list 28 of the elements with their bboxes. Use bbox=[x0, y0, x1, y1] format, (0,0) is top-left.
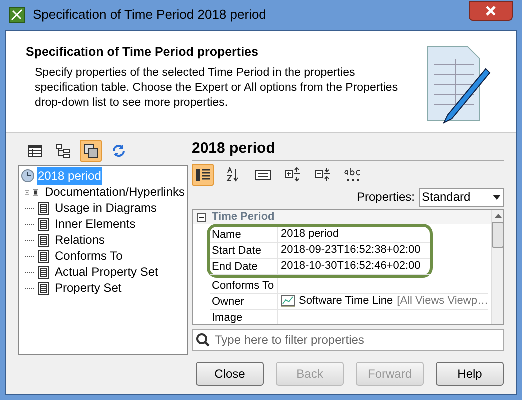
property-value: Software Time Line bbox=[299, 294, 394, 310]
properties-label: Properties: bbox=[356, 189, 415, 206]
tree-item[interactable]: Relations bbox=[55, 231, 106, 249]
dialog-button[interactable]: Help bbox=[436, 362, 504, 386]
dialog-button[interactable]: Close bbox=[196, 362, 264, 386]
panel-title: 2018 period bbox=[192, 139, 504, 161]
tree-item[interactable]: Inner Elements bbox=[55, 215, 136, 233]
property-name: Conforms To bbox=[210, 278, 278, 293]
tree-item[interactable]: Actual Property Set bbox=[55, 263, 158, 281]
header-description: Specify properties of the selected Time Period in the properties specification table. Choose the Expert or All options from the Properties drop-down list to see more properties. bbox=[34, 66, 400, 111]
filter-field[interactable]: Type here to filter properties bbox=[192, 329, 504, 351]
tree-item[interactable]: Documentation/Hyperlinks bbox=[44, 183, 185, 201]
tree-item[interactable]: Property Set bbox=[55, 279, 122, 297]
tree-item[interactable]: Usage in Diagrams bbox=[55, 199, 158, 217]
window-title: Specification of Time Period 2018 period bbox=[33, 6, 268, 24]
tree-item[interactable]: Conforms To bbox=[55, 247, 123, 265]
property-name: Image bbox=[210, 310, 278, 324]
property-name: Owner bbox=[210, 294, 278, 309]
properties-dropdown[interactable]: Standard bbox=[419, 188, 504, 206]
property-name: Start Date bbox=[210, 243, 278, 258]
property-value: 2018-09-23T16:52:38+02:00 bbox=[281, 243, 421, 258]
header-title: Specification of Time Period properties bbox=[26, 44, 260, 61]
group-header: Time Period bbox=[212, 210, 275, 225]
property-name: Name bbox=[210, 227, 278, 242]
property-name: End Date bbox=[210, 259, 278, 274]
property-owner-path: [All Views Viewp… bbox=[397, 294, 488, 310]
property-value: 2018 period bbox=[281, 227, 340, 242]
property-value: 2018-10-30T16:52:46+02:00 bbox=[281, 259, 421, 274]
